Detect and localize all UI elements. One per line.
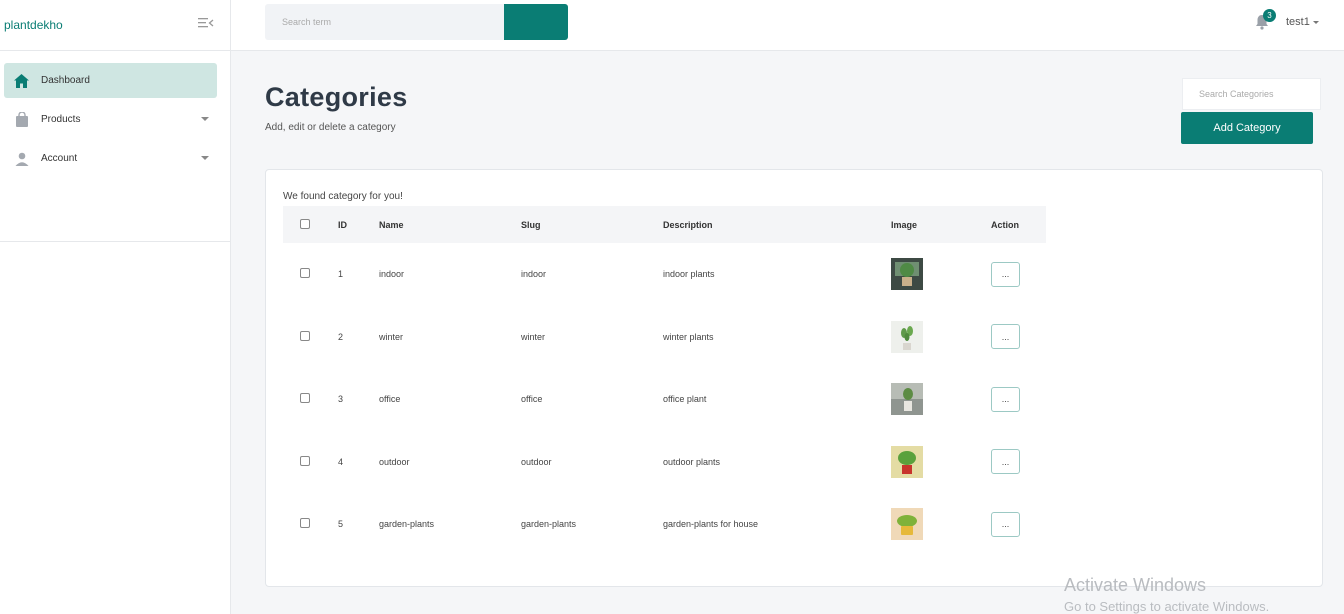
chevron-down-icon [201, 117, 209, 121]
cell-id: 4 [338, 456, 344, 467]
home-icon [13, 72, 30, 89]
notification-badge: 3 [1263, 9, 1276, 22]
category-image [891, 258, 923, 291]
cell-id: 5 [338, 519, 344, 530]
cell-name: garden-plants [379, 519, 435, 530]
sidebar-item-products[interactable]: Products [4, 102, 217, 137]
col-name: Name [379, 219, 404, 230]
page-title: Categories [265, 82, 408, 112]
top-bar: 3 test1 [231, 0, 1344, 51]
col-description: Description [663, 219, 713, 230]
col-action: Action [991, 219, 1019, 230]
username: test1 [1286, 16, 1310, 28]
cell-id: 1 [338, 269, 344, 280]
table-row: 2 winter winter winter plants ... [283, 306, 1046, 369]
row-checkbox[interactable] [300, 455, 310, 466]
brand-header: plantdekho [0, 0, 230, 51]
cell-name: indoor [379, 269, 405, 280]
cell-description: outdoor plants [663, 456, 721, 467]
cell-name: office [379, 394, 401, 405]
category-image [891, 508, 923, 541]
select-all-checkbox[interactable] [300, 218, 310, 229]
sidebar: plantdekho Dashboard Products Account [0, 0, 231, 614]
cell-description: indoor plants [663, 269, 715, 280]
cell-slug: outdoor [521, 456, 552, 467]
global-search [265, 4, 568, 40]
chevron-down-icon [1312, 20, 1319, 24]
cell-name: winter [379, 331, 404, 342]
row-action-button[interactable]: ... [991, 261, 1020, 287]
brand-logo[interactable]: plantdekho [4, 18, 63, 32]
sidebar-item-label: Dashboard [41, 75, 90, 86]
table-row: 5 garden-plants garden-plants garden-pla… [283, 493, 1046, 556]
results-message: We found category for you! [283, 191, 403, 202]
row-action-button[interactable]: ... [991, 324, 1020, 350]
cell-description: winter plants [663, 331, 714, 342]
category-image [891, 383, 923, 416]
col-image: Image [891, 219, 918, 230]
table-row: 1 indoor indoor indoor plants ... [283, 243, 1046, 306]
category-image [891, 320, 923, 353]
categories-table: ID Name Slug Description Image Action 1 … [283, 206, 1046, 556]
cell-slug: indoor [521, 269, 547, 280]
search-button[interactable] [504, 4, 568, 40]
page-subtitle: Add, edit or delete a category [265, 122, 396, 133]
row-checkbox[interactable] [300, 330, 310, 341]
row-checkbox[interactable] [300, 393, 310, 404]
table-row: 3 office office office plant ... [283, 368, 1046, 431]
cell-id: 2 [338, 331, 344, 342]
cell-slug: office [521, 394, 543, 405]
row-checkbox[interactable] [300, 518, 310, 529]
sidebar-collapse-icon[interactable] [198, 16, 214, 30]
shopping-bag-icon [13, 111, 30, 128]
cell-id: 3 [338, 394, 344, 405]
user-icon [13, 150, 30, 167]
cell-name: outdoor [379, 456, 410, 467]
sidebar-item-label: Account [41, 153, 78, 164]
category-image [891, 445, 923, 478]
row-checkbox[interactable] [300, 268, 310, 279]
row-action-button[interactable]: ... [991, 511, 1020, 537]
sidebar-item-dashboard[interactable]: Dashboard [4, 63, 217, 98]
cell-description: garden-plants for house [663, 519, 759, 530]
table-row: 4 outdoor outdoor outdoor plants ... [283, 431, 1046, 494]
windows-activation-subtitle: Go to Settings to activate Windows. [1064, 599, 1270, 614]
sidebar-item-account[interactable]: Account [4, 141, 217, 176]
sidebar-item-label: Products [41, 114, 81, 125]
cell-slug: winter [521, 331, 546, 342]
cell-description: office plant [663, 394, 707, 405]
search-input[interactable] [265, 4, 504, 40]
table-header-row: ID Name Slug Description Image Action [283, 206, 1046, 243]
add-category-button[interactable]: Add Category [1181, 112, 1313, 144]
col-slug: Slug [521, 219, 541, 230]
chevron-down-icon [201, 156, 209, 160]
cell-slug: garden-plants [521, 519, 577, 530]
row-action-button[interactable]: ... [991, 449, 1020, 475]
col-id: ID [338, 219, 347, 230]
user-menu[interactable]: test1 [1286, 16, 1319, 28]
row-action-button[interactable]: ... [991, 386, 1020, 412]
sidebar-nav: Dashboard Products Account [0, 51, 230, 242]
categories-card: We found category for you! ID Name Slug … [265, 169, 1323, 587]
category-search-input[interactable] [1182, 78, 1321, 110]
windows-activation-title: Activate Windows [1064, 575, 1207, 595]
